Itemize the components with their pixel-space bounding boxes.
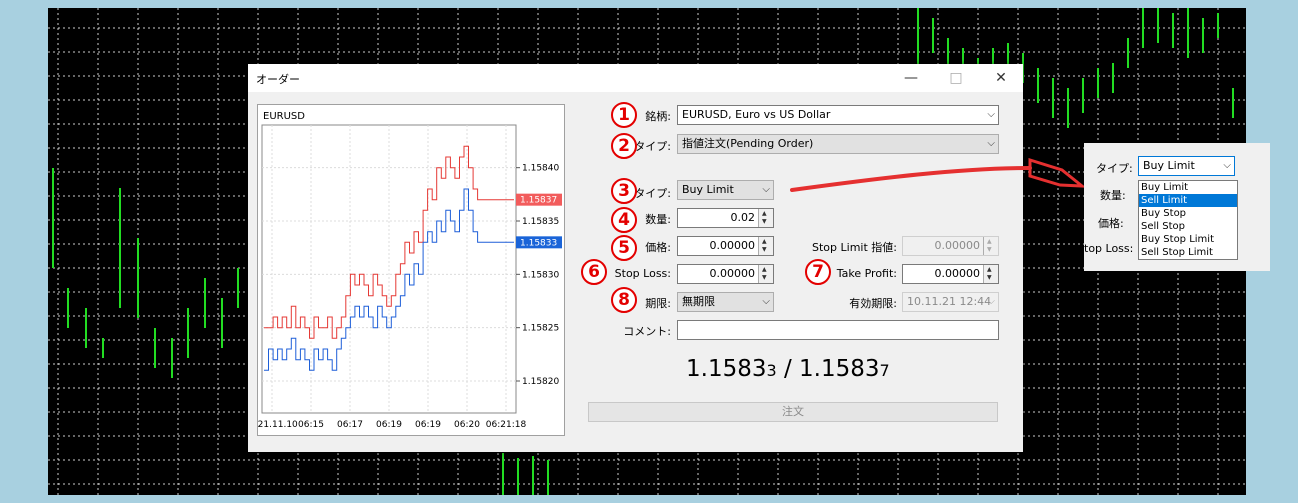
popup-volume-label: 数量: <box>1100 189 1126 202</box>
popup-type-label: タイプ: <box>1096 162 1133 175</box>
popup-type-select[interactable]: Buy Limit ⌵ <box>1138 156 1235 176</box>
type-option[interactable]: Sell Stop Limit <box>1139 246 1237 259</box>
popup-type-value: Buy Limit <box>1143 159 1195 172</box>
red-swoosh <box>790 166 1032 192</box>
type-option[interactable]: Buy Limit <box>1139 181 1237 194</box>
type-option[interactable]: Buy Stop Limit <box>1139 233 1237 246</box>
popup-sl-label: top Loss: <box>1084 242 1134 255</box>
type-options-list[interactable]: Buy Limit Sell Limit Buy Stop Sell Stop Buy … <box>1138 180 1238 260</box>
arrow-head-icon <box>1028 157 1087 188</box>
type-option[interactable]: Sell Limit <box>1139 194 1237 207</box>
type-option[interactable]: Sell Stop <box>1139 220 1237 233</box>
type-option[interactable]: Buy Stop <box>1139 207 1237 220</box>
type-dropdown-inset: タイプ: Buy Limit ⌵ 数量: 価格: top Loss: Buy L… <box>1084 143 1270 271</box>
popup-price-label: 価格: <box>1098 217 1124 230</box>
chevron-down-icon: ⌵ <box>1223 160 1231 171</box>
